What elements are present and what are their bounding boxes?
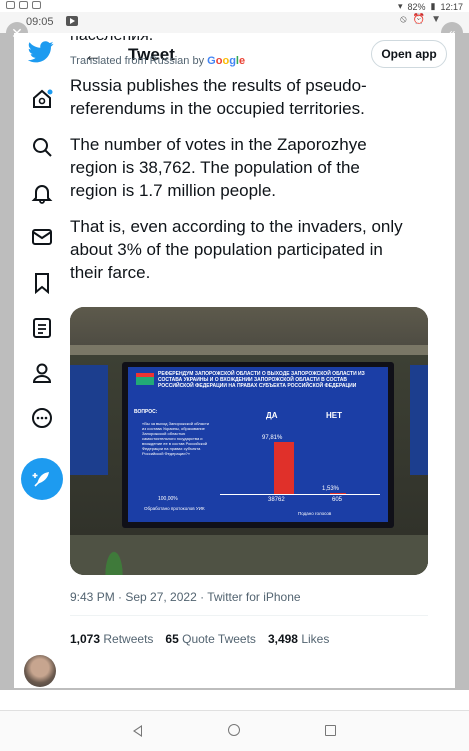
votes-label: Подано голосов — [298, 511, 332, 516]
battery-icon: ▮ — [430, 1, 436, 11]
no-percent: 1,53% — [322, 486, 340, 492]
home-icon[interactable] — [28, 85, 56, 113]
yes-label: ДА — [266, 411, 278, 420]
tweet-stats: 1,073 Retweets 65 Quote Tweets 3,498 Lik… — [70, 632, 329, 646]
yes-percent: 97,81% — [262, 435, 283, 441]
system-nav-bar — [0, 710, 469, 751]
question-text: «Вы за выход Запорожской области из сост… — [142, 421, 210, 456]
region-flag-emblem — [136, 373, 154, 385]
window-time: 09:05 — [26, 16, 54, 28]
quotes-label: Quote Tweets — [182, 632, 256, 646]
more-options-icon[interactable] — [28, 404, 56, 432]
wifi-icon: ▾ — [397, 1, 403, 11]
likes-stat[interactable]: 3,498 Likes — [268, 632, 329, 646]
alarm-icon: ⏰ — [412, 14, 426, 25]
search-icon[interactable] — [28, 133, 56, 161]
processed-percent: 100,00% — [158, 496, 178, 502]
quotes-count: 65 — [165, 632, 179, 646]
status-time: 12:17 — [440, 1, 463, 12]
signal-icon: ▼ — [431, 14, 441, 25]
mail-icon — [19, 1, 28, 9]
messages-mail-icon[interactable] — [28, 223, 56, 251]
tweet-text: Russia publishes the results of pseudo-r… — [70, 74, 405, 297]
tweet-paragraph: That is, even according to the invaders,… — [70, 217, 403, 282]
tweet-photo[interactable]: РЕФЕРЕНДУМ ЗАПОРОЖСКОЙ ОБЛАСТИ О ВЫХОДЕ … — [70, 307, 428, 575]
sidebar — [14, 33, 70, 688]
profile-icon[interactable] — [28, 359, 56, 387]
system-status-bar: ▾ 82% ▮ 12:17 — [0, 0, 469, 12]
twitter-bird-icon[interactable] — [27, 41, 54, 68]
translated-by-label[interactable]: Translated from Russian by Google — [70, 55, 245, 67]
likes-label: Likes — [301, 632, 330, 646]
tweet-paragraph: Russia publishes the results of pseudo-r… — [70, 76, 367, 118]
tweet-timestamp[interactable]: 9:43 PM · Sep 27, 2022 · Twitter for iPh… — [70, 590, 301, 604]
quotes-stat[interactable]: 65 Quote Tweets — [165, 632, 256, 646]
translated-prefix: Translated from Russian by — [70, 55, 205, 67]
bar-baseline — [220, 494, 380, 495]
original-text-cut: населения. — [70, 36, 153, 46]
window-indicators: ⦸ ⏰ ▼ — [400, 14, 441, 25]
notifications-bell-icon[interactable] — [28, 179, 56, 207]
photo-plant — [102, 543, 126, 575]
open-app-button[interactable]: Open app — [371, 40, 447, 68]
retweets-stat[interactable]: 1,073 Retweets — [70, 632, 153, 646]
photo-side-screen — [70, 365, 108, 475]
yes-bar — [274, 442, 294, 494]
no-votes: 605 — [332, 497, 343, 503]
nav-recents-icon[interactable] — [325, 725, 336, 736]
divider — [70, 615, 428, 616]
account-avatar[interactable] — [24, 655, 56, 687]
lists-icon[interactable] — [28, 314, 56, 342]
question-label: ВОПРОС: — [134, 409, 158, 415]
google-logo-text: Google — [207, 55, 246, 67]
processed-label: Обработано протоколов УИК — [144, 506, 205, 511]
referendum-headline: РЕФЕРЕНДУМ ЗАПОРОЖСКОЙ ОБЛАСТИ О ВЫХОДЕ … — [158, 371, 365, 389]
photo-ceiling-band — [70, 345, 428, 355]
likes-count: 3,498 — [267, 632, 298, 646]
nav-home-icon[interactable] — [228, 724, 240, 736]
app-icon — [32, 1, 41, 9]
compose-tweet-button[interactable] — [21, 458, 63, 500]
retweets-label: Retweets — [103, 632, 154, 646]
battery-text: 82% — [407, 1, 426, 12]
mute-icon: ⦸ — [400, 14, 407, 25]
photo-side-screen — [410, 365, 428, 475]
feather-plus-icon — [32, 472, 49, 487]
yes-votes: 38762 — [268, 497, 285, 503]
media-icon — [66, 16, 78, 26]
tweet-paragraph: The number of votes in the Zaporozhye re… — [70, 135, 367, 200]
nav-back-icon[interactable] — [133, 725, 142, 737]
retweets-count: 1,073 — [70, 632, 101, 646]
notification-icon — [6, 1, 15, 9]
no-label: НЕТ — [326, 411, 342, 420]
bookmark-icon[interactable] — [28, 269, 56, 297]
